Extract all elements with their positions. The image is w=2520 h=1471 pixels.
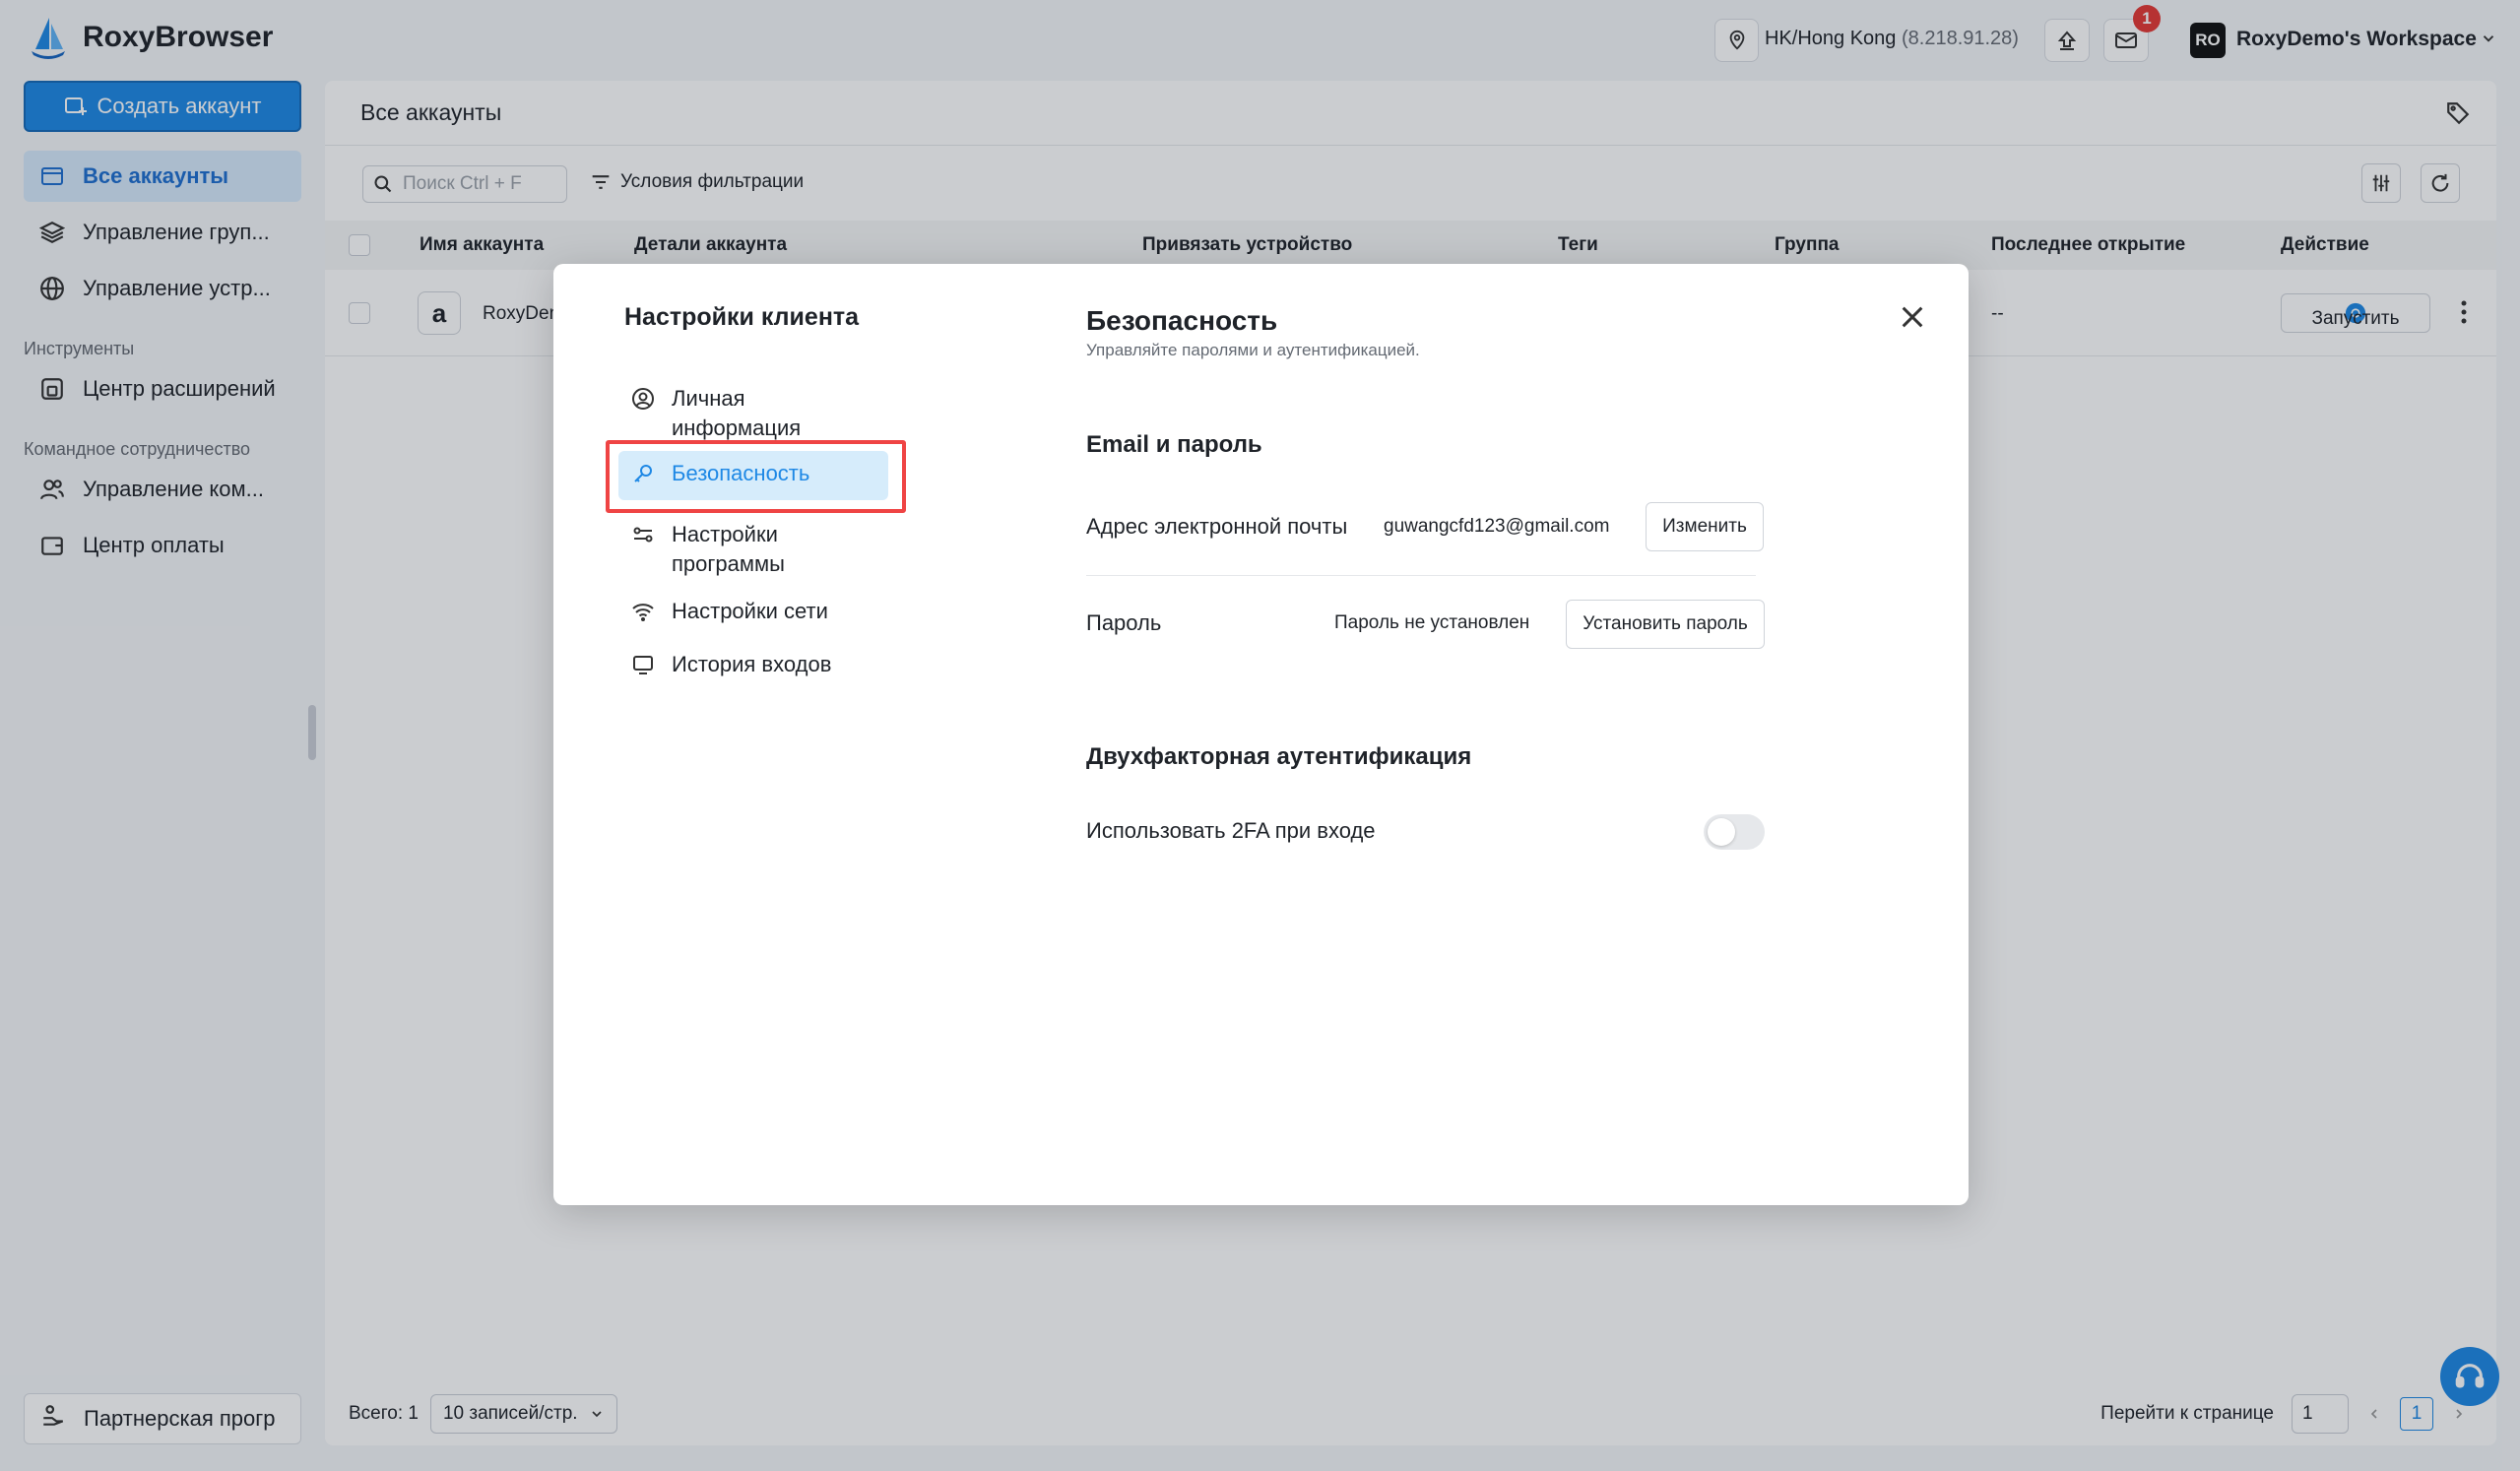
set-password-button[interactable]: Установить пароль xyxy=(1566,600,1765,649)
settings-nav-label: Личная информация xyxy=(672,386,802,440)
change-email-button[interactable]: Изменить xyxy=(1646,502,1764,551)
highlight-box xyxy=(606,440,906,513)
close-icon[interactable] xyxy=(1897,301,1928,333)
settings-nav-label: Настройки программы xyxy=(672,522,785,576)
email-label: Адрес электронной почты xyxy=(1086,514,1348,539)
settings-nav-label: Настройки сети xyxy=(672,599,828,623)
wifi-icon xyxy=(630,597,656,626)
twofa-label: Использовать 2FA при входе xyxy=(1086,818,1376,843)
divider xyxy=(1086,575,1756,576)
section-title: Безопасность xyxy=(1086,305,1278,336)
monitor-icon xyxy=(630,650,656,679)
settings-nav-network[interactable]: Настройки сети xyxy=(618,589,886,634)
settings-sliders-icon xyxy=(630,520,656,549)
email-group-title: Email и пароль xyxy=(1086,431,1262,458)
password-value: Пароль не установлен xyxy=(1334,612,1530,633)
twofa-toggle[interactable] xyxy=(1704,814,1765,850)
twofa-group-title: Двухфакторная аутентификация xyxy=(1086,743,1472,770)
section-subtitle: Управляйте паролями и аутентификацией. xyxy=(1086,341,1420,359)
modal-title: Настройки клиента xyxy=(624,303,860,331)
settings-nav-program[interactable]: Настройки программы xyxy=(618,512,886,587)
password-label: Пароль xyxy=(1086,610,1162,635)
user-circle-icon xyxy=(630,384,656,414)
email-value: guwangcfd123@gmail.com xyxy=(1384,516,1610,537)
client-settings-modal: Настройки клиента Личная информация Безо… xyxy=(553,264,1969,1205)
settings-nav-label: История входов xyxy=(672,652,832,676)
settings-nav-login-history[interactable]: История входов xyxy=(618,642,886,687)
